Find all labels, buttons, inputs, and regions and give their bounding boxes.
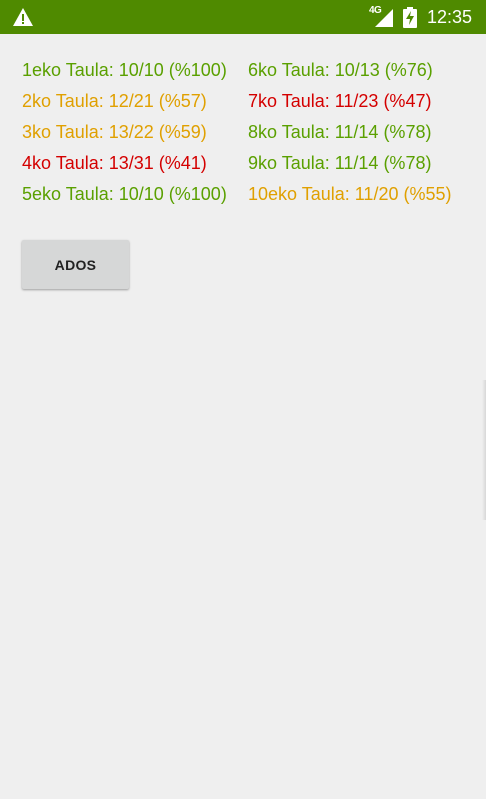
signal-icon bbox=[375, 9, 393, 27]
clock: 12:35 bbox=[427, 7, 473, 27]
edge-shadow bbox=[482, 380, 486, 520]
result-row: 9ko Taula: 11/14 (%78) bbox=[248, 153, 432, 173]
result-row: 10eko Taula: 11/20 (%55) bbox=[248, 184, 452, 204]
result-row: 7ko Taula: 11/23 (%47) bbox=[248, 91, 432, 111]
result-row: 3ko Taula: 13/22 (%59) bbox=[22, 122, 207, 142]
warning-icon bbox=[13, 8, 33, 26]
results-column-right: 6ko Taula: 10/13 (%76) 7ko Taula: 11/23 … bbox=[248, 57, 486, 212]
result-row: 8ko Taula: 11/14 (%78) bbox=[248, 122, 432, 142]
result-row: 1eko Taula: 10/10 (%100) bbox=[22, 60, 227, 80]
status-bar: 4G 12:35 bbox=[0, 0, 486, 34]
battery-charging-icon bbox=[403, 7, 417, 28]
result-row: 4ko Taula: 13/31 (%41) bbox=[22, 153, 207, 173]
result-row: 2ko Taula: 12/21 (%57) bbox=[22, 91, 207, 111]
results-column-left: 1eko Taula: 10/10 (%100) 2ko Taula: 12/2… bbox=[22, 57, 262, 212]
result-row: 6ko Taula: 10/13 (%76) bbox=[248, 60, 433, 80]
result-row: 5eko Taula: 10/10 (%100) bbox=[22, 184, 227, 204]
ados-button[interactable]: ADOS bbox=[22, 240, 129, 289]
